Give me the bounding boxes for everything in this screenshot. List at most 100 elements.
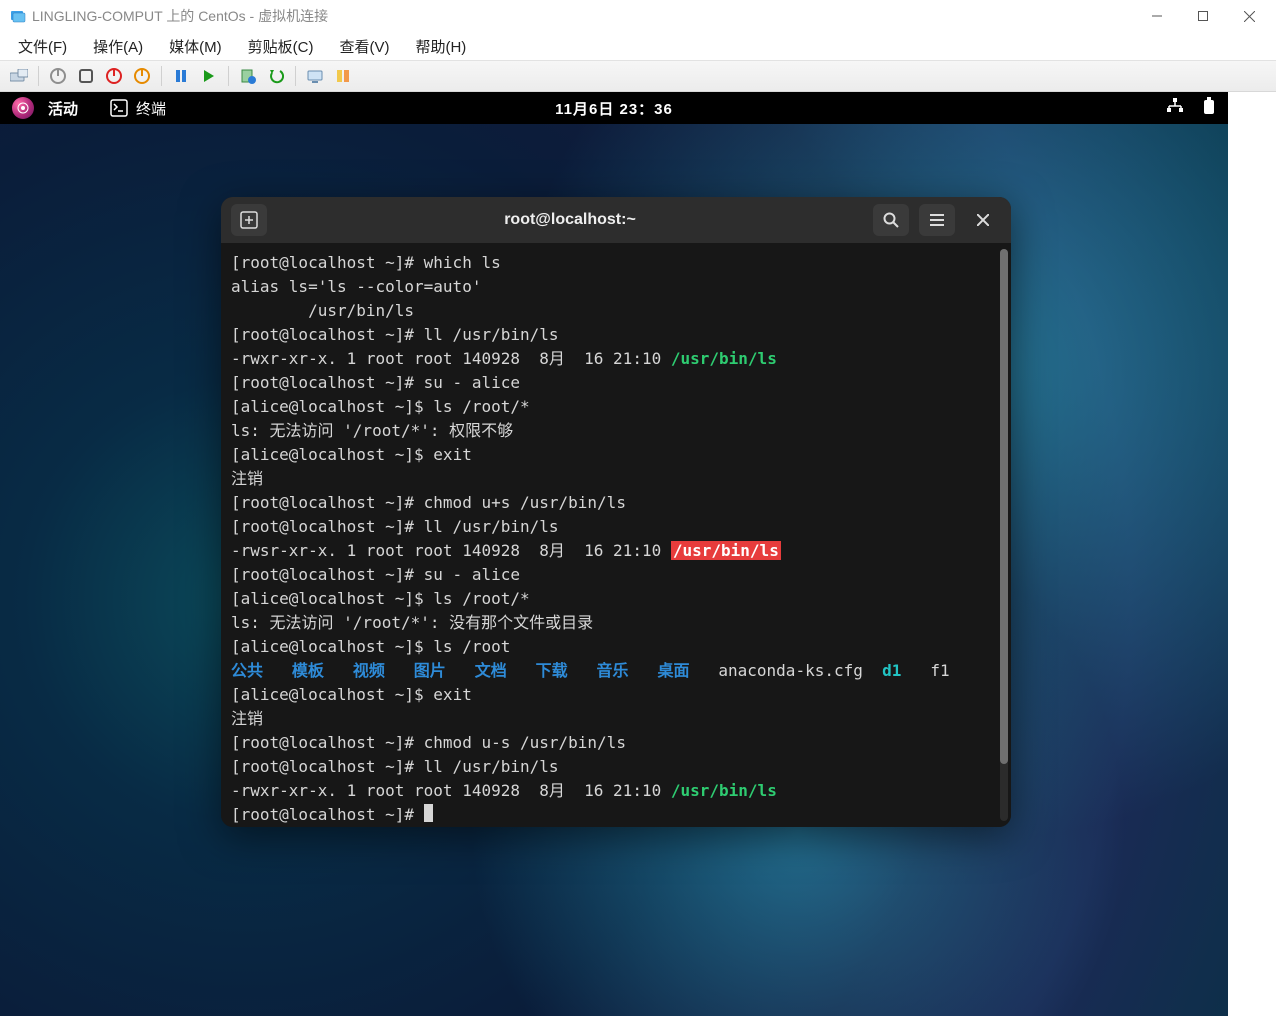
terminal-scrollbar[interactable] (1000, 249, 1008, 821)
host-toolbar (0, 60, 1276, 92)
prompt: [root@localhost ~]# (231, 253, 424, 272)
active-app-indicator[interactable]: 终端 (110, 98, 166, 119)
output: -rwxr-xr-x. 1 root root 140928 8月 16 21:… (231, 781, 671, 800)
new-tab-button[interactable] (231, 204, 267, 236)
pause-icon[interactable] (168, 64, 194, 88)
ctrl-alt-del-icon[interactable] (6, 64, 32, 88)
save-icon[interactable] (129, 64, 155, 88)
command: exit (433, 685, 472, 704)
close-button[interactable] (1226, 0, 1272, 32)
share-icon[interactable] (330, 64, 356, 88)
dir: 模板 (292, 661, 324, 680)
menu-media[interactable]: 媒体(M) (159, 34, 232, 59)
prompt: [alice@localhost ~]$ (231, 445, 433, 464)
separator (228, 66, 229, 86)
app-icon (10, 8, 26, 24)
separator (295, 66, 296, 86)
terminal-title: root@localhost:~ (277, 211, 863, 229)
active-app-label: 终端 (136, 98, 166, 119)
prompt: [alice@localhost ~]$ (231, 637, 433, 656)
terminal-close-button[interactable] (965, 204, 1001, 236)
checkpoint-icon[interactable] (235, 64, 261, 88)
menu-action[interactable]: 操作(A) (83, 34, 153, 59)
dir: 下载 (536, 661, 568, 680)
command: chmod u+s /usr/bin/ls (424, 493, 626, 512)
command: su - alice (424, 373, 520, 392)
command: which ls (424, 253, 501, 272)
prompt: [root@localhost ~]# (231, 565, 424, 584)
file: anaconda-ks.cfg (718, 661, 863, 680)
clock[interactable]: 11月6日 23：36 (555, 98, 673, 119)
dir: 音乐 (597, 661, 629, 680)
reset-icon[interactable] (196, 64, 222, 88)
dir: 图片 (414, 661, 446, 680)
prompt: [root@localhost ~]# (231, 733, 424, 752)
output: /usr/bin/ls (231, 301, 414, 320)
dir: 视频 (353, 661, 385, 680)
window-title: LINGLING-COMPUT 上的 CentOs - 虚拟机连接 (32, 6, 328, 26)
gnome-top-bar: 活动 终端 11月6日 23：36 (0, 92, 1228, 124)
maximize-button[interactable] (1180, 0, 1226, 32)
dir: d1 (882, 661, 901, 680)
output: ls: 无法访问 '/root/*': 权限不够 (231, 421, 513, 440)
cursor (424, 804, 433, 822)
output: alias ls='ls --color=auto' (231, 277, 481, 296)
command: ls /root/* (433, 397, 529, 416)
revert-icon[interactable] (263, 64, 289, 88)
start-icon[interactable] (45, 64, 71, 88)
host-titlebar: LINGLING-COMPUT 上的 CentOs - 虚拟机连接 (0, 0, 1276, 32)
terminal-header[interactable]: root@localhost:~ (221, 197, 1011, 243)
command: ll /usr/bin/ls (424, 757, 559, 776)
prompt: [root@localhost ~]# (231, 373, 424, 392)
command: ll /usr/bin/ls (424, 517, 559, 536)
prompt: [alice@localhost ~]$ (231, 589, 433, 608)
host-right-gutter (1228, 92, 1276, 1016)
command: exit (433, 445, 472, 464)
turnoff-icon[interactable] (73, 64, 99, 88)
terminal-window[interactable]: root@localhost:~ [root@localhost ~]# whi… (221, 197, 1011, 827)
guest-desktop[interactable]: 活动 终端 11月6日 23：36 root@localhost:~ (0, 92, 1228, 1016)
prompt: [alice@localhost ~]$ (231, 685, 433, 704)
network-icon[interactable] (1166, 98, 1184, 118)
battery-icon[interactable] (1202, 97, 1216, 119)
prompt: [root@localhost ~]# (231, 517, 424, 536)
search-icon (883, 212, 899, 228)
output: -rwsr-xr-x. 1 root root 140928 8月 16 21:… (231, 541, 671, 560)
separator (38, 66, 39, 86)
enhanced-session-icon[interactable] (302, 64, 328, 88)
command: chmod u-s /usr/bin/ls (424, 733, 626, 752)
prompt: [root@localhost ~]# (231, 805, 424, 824)
output: 注销 (231, 709, 263, 728)
activities-icon[interactable] (12, 97, 34, 119)
file: f1 (930, 661, 949, 680)
output: ls: 无法访问 '/root/*': 没有那个文件或目录 (231, 613, 593, 632)
prompt: [root@localhost ~]# (231, 325, 424, 344)
host-menubar: 文件(F) 操作(A) 媒体(M) 剪贴板(C) 查看(V) 帮助(H) (0, 32, 1276, 60)
menu-view[interactable]: 查看(V) (329, 34, 399, 59)
terminal-icon (110, 99, 128, 117)
close-icon (977, 214, 989, 226)
hamburger-menu-button[interactable] (919, 204, 955, 236)
dir: 桌面 (657, 661, 689, 680)
menu-file[interactable]: 文件(F) (8, 34, 77, 59)
output: -rwxr-xr-x. 1 root root 140928 8月 16 21:… (231, 349, 671, 368)
minimize-button[interactable] (1134, 0, 1180, 32)
path-suid-highlight: /usr/bin/ls (671, 541, 781, 560)
output: 注销 (231, 469, 263, 488)
search-button[interactable] (873, 204, 909, 236)
terminal-body[interactable]: [root@localhost ~]# which ls alias ls='l… (221, 243, 1011, 827)
prompt: [root@localhost ~]# (231, 493, 424, 512)
scrollbar-thumb[interactable] (1000, 249, 1008, 764)
prompt: [root@localhost ~]# (231, 757, 424, 776)
path-highlight: /usr/bin/ls (671, 781, 777, 800)
hamburger-icon (929, 213, 945, 227)
shutdown-icon[interactable] (101, 64, 127, 88)
menu-clipboard[interactable]: 剪贴板(C) (238, 34, 324, 59)
command: ls /root/* (433, 589, 529, 608)
prompt: [alice@localhost ~]$ (231, 397, 433, 416)
path-highlight: /usr/bin/ls (671, 349, 777, 368)
menu-help[interactable]: 帮助(H) (405, 34, 476, 59)
separator (161, 66, 162, 86)
command: ll /usr/bin/ls (424, 325, 559, 344)
activities-label[interactable]: 活动 (48, 98, 78, 119)
